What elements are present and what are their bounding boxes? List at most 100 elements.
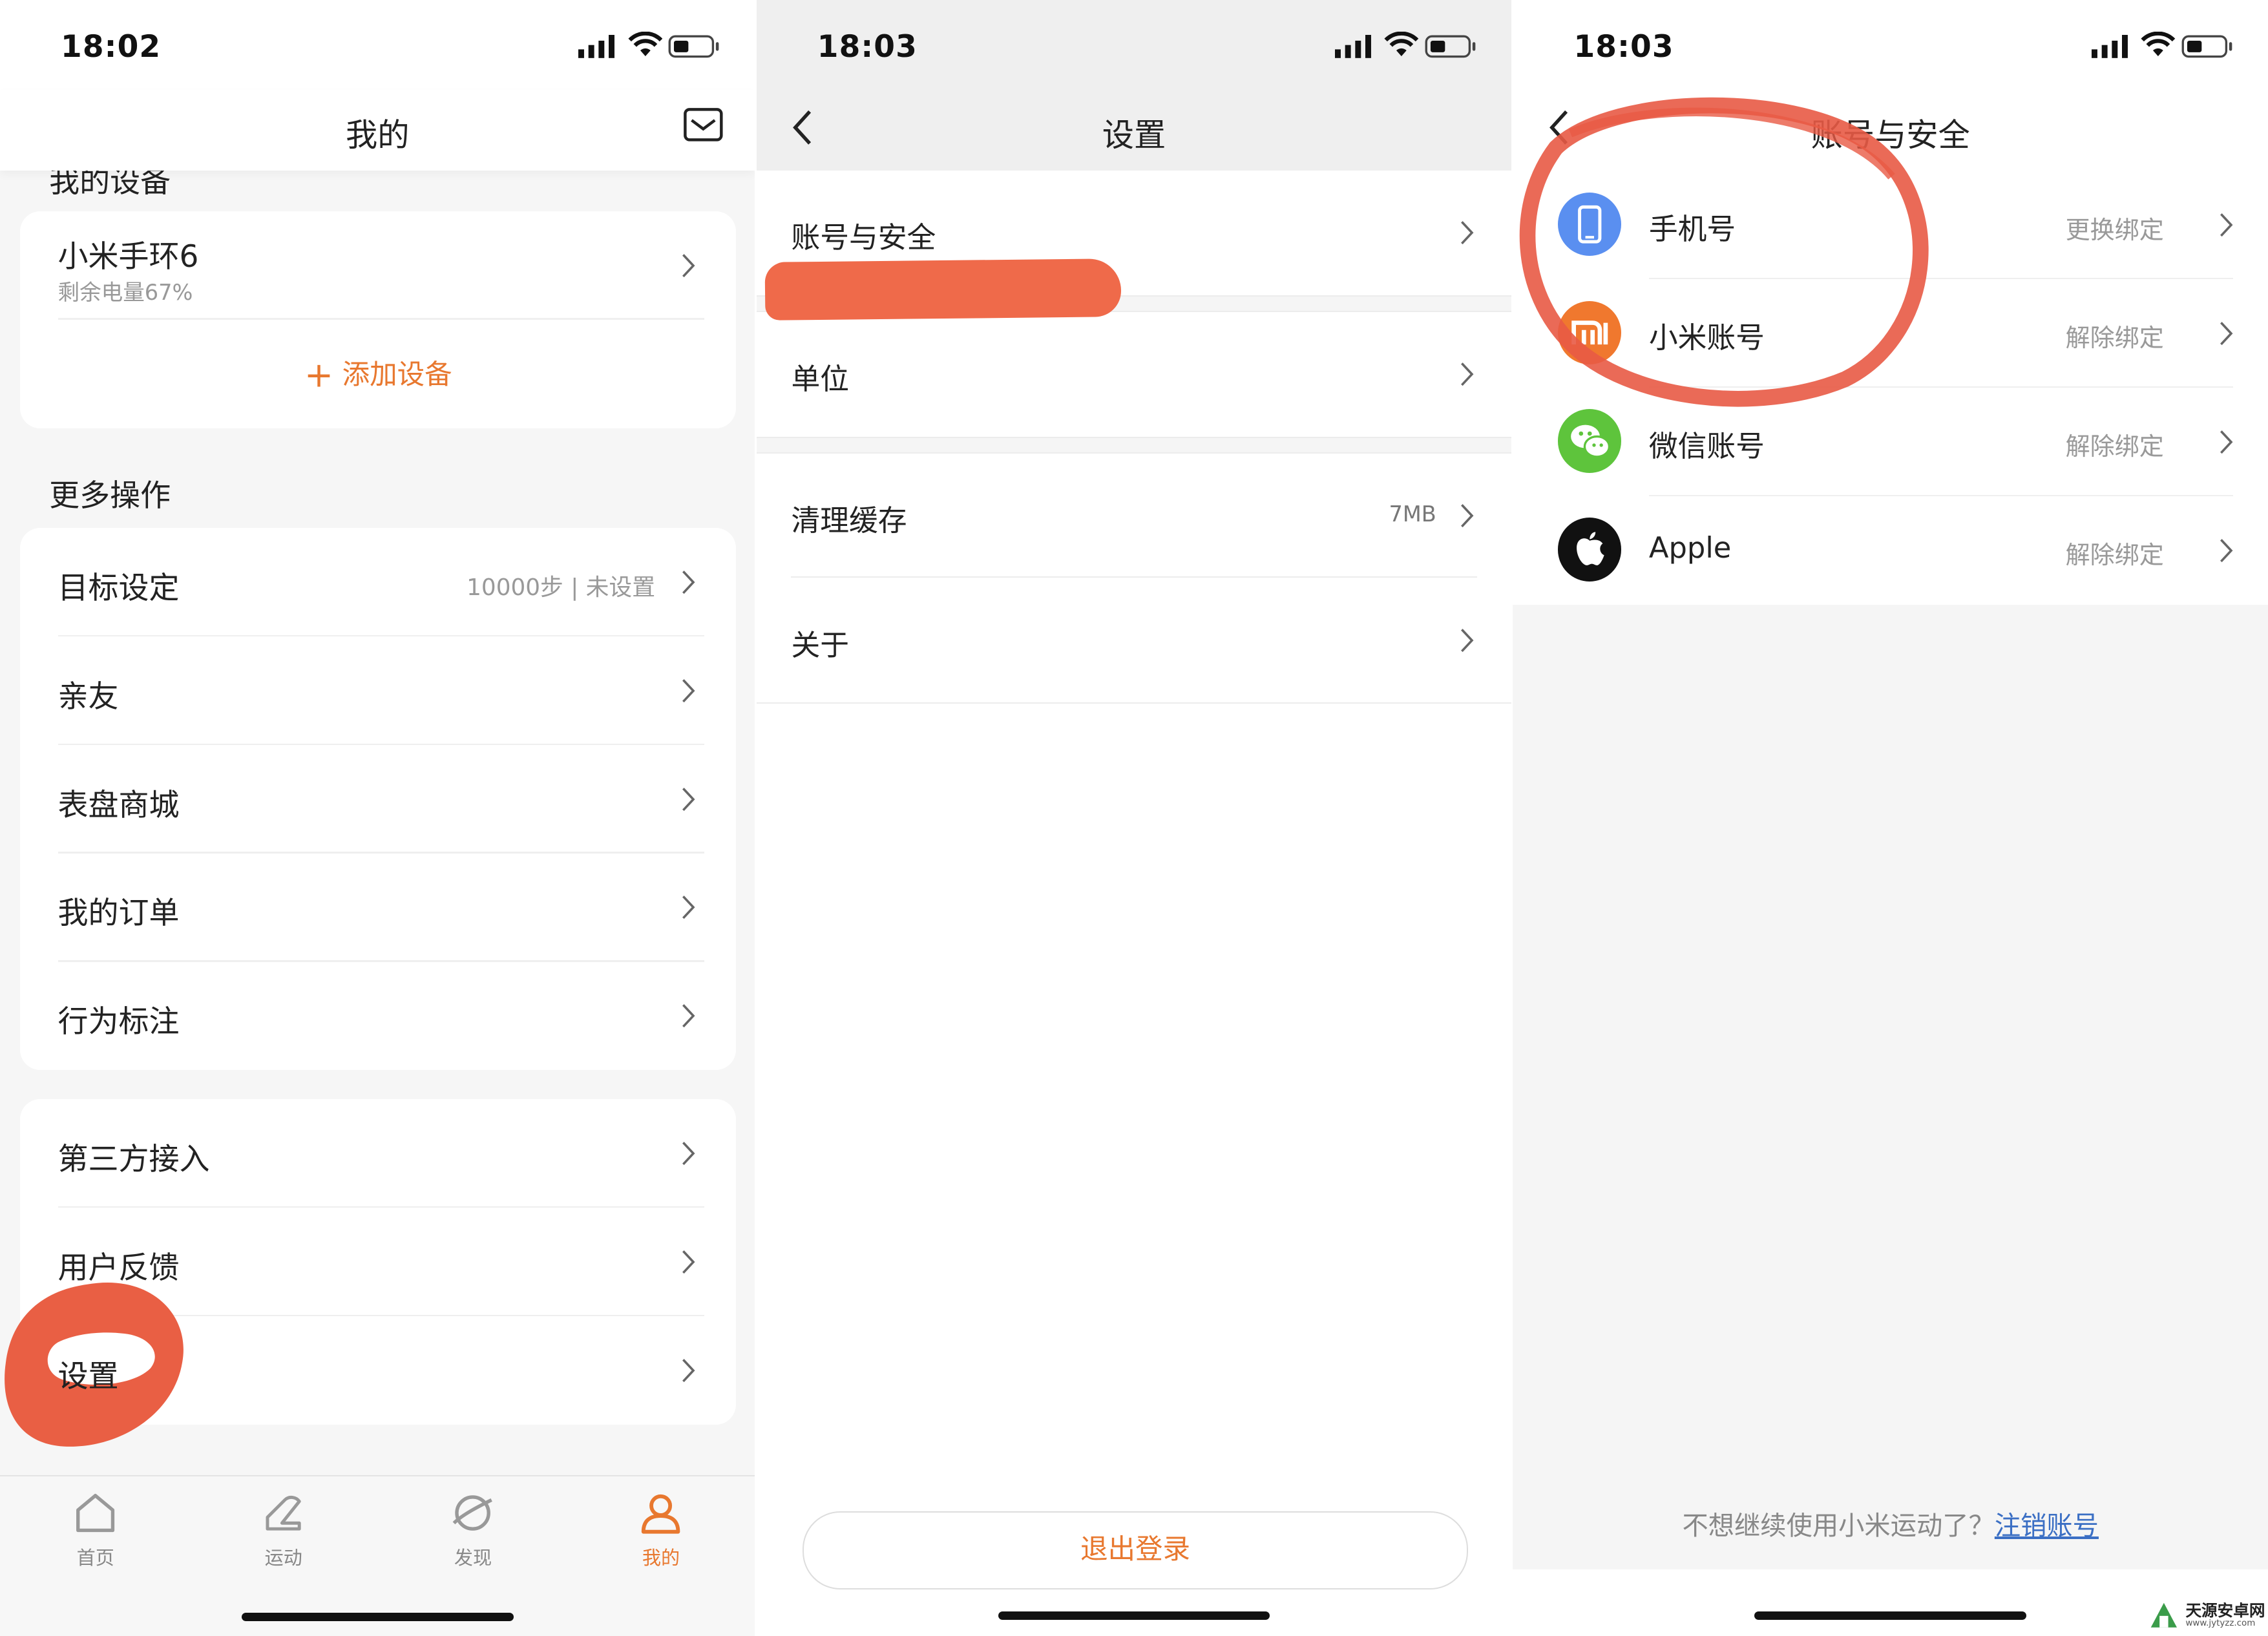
add-device-label: 添加设备 [342,359,452,392]
section-title-more: 更多操作 [49,477,171,514]
settings-row-about[interactable]: 关于 [757,578,1511,702]
deregister-text: 不想继续使用小米运动了？ [1682,1511,1995,1542]
menu-label: 我的订单 [58,896,180,932]
watermark-logo-icon [2150,1602,2178,1628]
battery-icon [2181,35,2232,58]
settings-label: 单位 [791,362,849,397]
chevron-right-icon [1460,221,1474,245]
account-label: 微信账号 [1648,428,1765,463]
settings-label: 账号与安全 [791,220,936,255]
chevron-right-icon [1460,504,1474,528]
chevron-right-icon [682,1250,695,1274]
menu-label: 目标设定 [58,570,180,606]
chevron-right-icon [2220,430,2233,454]
add-device-button[interactable]: + 添加设备 [20,353,736,395]
annotation-circle [1520,97,1929,407]
device-row[interactable]: 小米手环6 剩余电量67% [20,211,736,320]
signal-icon [2091,34,2128,58]
account-label: Apple [1648,530,1732,565]
watermark: 天源安卓网 www.jytyzz.com [2147,1599,2265,1633]
nav-bar: 我的 [0,89,755,171]
watermark-url: www.jytyzz.com [2185,1619,2256,1628]
status-time: 18:03 [817,28,918,65]
wifi-icon [1384,32,1419,57]
chevron-right-icon [1460,628,1474,652]
menu-label: 表盘商城 [58,787,180,823]
tab-bar: 首页 运动 发现 我的 [0,1475,755,1636]
chevron-right-icon [682,896,695,919]
mail-icon[interactable] [683,107,724,142]
wifi-icon [627,32,662,57]
battery-icon [668,35,719,58]
page-title: 我的 [346,116,410,154]
logout-button[interactable]: 退出登录 [803,1511,1468,1589]
chevron-right-icon [682,570,695,594]
menu-value: 10000步 | 未设置 [467,574,656,601]
status-bar: 18:03 [1513,0,2268,90]
panel-settings: 18:03 设置 账号与安全 单位 清理缓存 7MB 关于 退出登录 [756,0,1512,1636]
planet-icon [452,1494,493,1531]
shoe-icon [266,1495,301,1531]
chevron-right-icon [1460,362,1474,386]
chevron-right-icon [2220,321,2233,345]
chevron-right-icon [682,1142,695,1166]
menu-row-third-party[interactable]: 第三方接入 [20,1099,736,1208]
menu-row-behavior-tag[interactable]: 行为标注 [20,962,736,1071]
wifi-icon [2141,32,2176,57]
status-time: 18:03 [1573,28,1674,65]
tab-label: 我的 [642,1547,680,1569]
tab-home[interactable]: 首页 [37,1491,153,1571]
chevron-right-icon [682,1358,695,1382]
account-action: 解除绑定 [2065,432,2164,461]
apple-icon [1557,518,1622,582]
chevron-right-icon [682,1004,695,1028]
signal-icon [578,34,615,58]
menu-row-friends[interactable]: 亲友 [20,636,736,745]
menu-row-watchface-store[interactable]: 表盘商城 [20,745,736,854]
chevron-right-icon [682,787,695,811]
account-action: 解除绑定 [2065,541,2164,570]
watermark-name: 天源安卓网 [2185,1601,2265,1620]
tab-discover[interactable]: 发现 [415,1491,530,1571]
menu-row-orders[interactable]: 我的订单 [20,854,736,962]
panel-account-security: 18:03 账号与安全 手机号 更换绑定 小米账号 解除绑定 微信账号 解除绑定… [1513,0,2268,1636]
settings-list: 账号与安全 单位 清理缓存 7MB 关于 [756,171,1512,704]
status-bar: 18:03 [756,0,1512,90]
settings-row-units[interactable]: 单位 [757,312,1511,437]
battery-icon [1425,35,1476,58]
panel-mine: 18:02 我的 我的设备 小米手环6 剩余电量67% + 添加设备 更多操作 [0,0,755,1636]
account-row-apple[interactable]: Apple 解除绑定 [1513,496,2268,605]
menu-label: 亲友 [58,678,119,715]
cache-size: 7MB [1389,501,1436,527]
home-indicator [241,1612,514,1622]
chevron-right-icon [2220,538,2233,562]
plus-icon: + [304,354,334,395]
menu-row-goal[interactable]: 目标设定 10000步 | 未设置 [20,528,736,636]
more-actions-card: 目标设定 10000步 | 未设置 亲友 表盘商城 我的订单 行为标注 [20,528,737,1071]
device-name: 小米手环6 [58,239,199,275]
menu-label: 行为标注 [58,1004,180,1040]
chevron-right-icon [2220,213,2233,237]
menu-label: 第三方接入 [58,1141,210,1177]
signal-icon [1335,34,1372,58]
status-time: 18:02 [61,28,162,65]
account-action: 解除绑定 [2065,324,2164,353]
chevron-right-icon [682,253,695,277]
settings-row-clear-cache[interactable]: 清理缓存 7MB [757,454,1511,578]
home-icon [76,1493,115,1532]
menu-label: 设置 [58,1358,119,1394]
tab-label: 首页 [76,1547,114,1569]
tab-label: 运动 [264,1547,302,1569]
deregister-link[interactable]: 注销账号 [1995,1511,2099,1541]
settings-label: 关于 [791,627,849,662]
tab-sport[interactable]: 运动 [226,1491,341,1571]
home-indicator [1754,1611,2027,1620]
chevron-right-icon [682,678,695,702]
deregister-prompt: 不想继续使用小米运动了？注销账号 [1513,1504,2267,1542]
annotation-underline [764,258,1122,320]
tab-label: 发现 [454,1547,492,1569]
settings-label: 清理缓存 [791,503,907,538]
nav-bar: 设置 [756,89,1512,171]
tab-mine[interactable]: 我的 [603,1491,719,1571]
device-card: 小米手环6 剩余电量67% + 添加设备 [20,211,737,428]
